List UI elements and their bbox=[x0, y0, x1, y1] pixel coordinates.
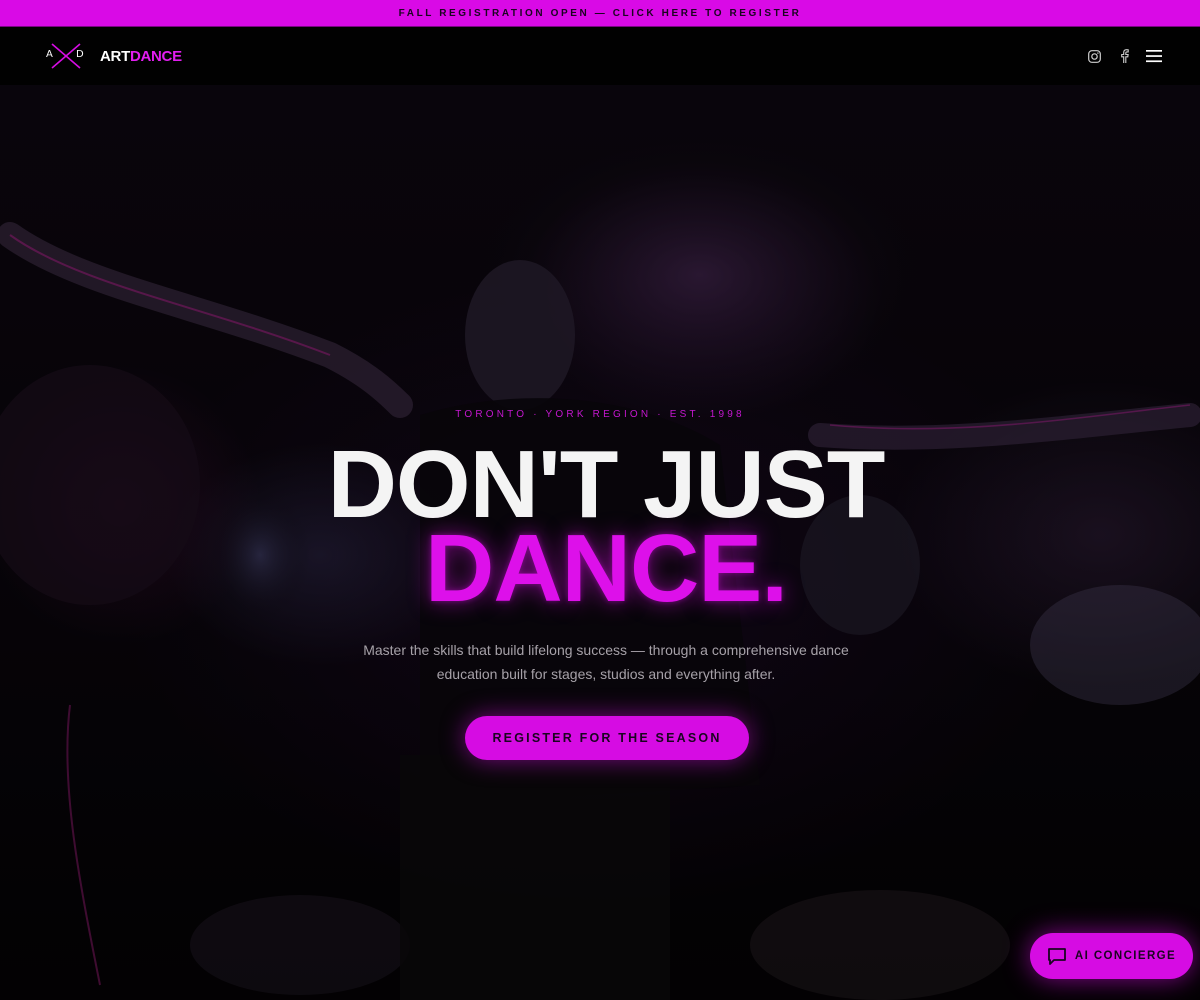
announcement-text[interactable]: FALL REGISTRATION OPEN — CLICK HERE TO R… bbox=[399, 8, 802, 19]
hero-section: TORONTO · YORK REGION · EST. 1998 DON'T … bbox=[0, 85, 1200, 1000]
brand-logo-link[interactable]: A D ARTDANCE bbox=[46, 42, 182, 70]
logo-letter-a: A bbox=[46, 49, 53, 60]
hero-headline-line-2: DANCE. bbox=[424, 515, 788, 622]
ai-concierge-button[interactable]: AI CONCIERGE bbox=[1030, 933, 1193, 979]
hero-eyebrow: TORONTO · YORK REGION · EST. 1998 bbox=[455, 409, 745, 420]
nav-actions bbox=[1086, 48, 1162, 64]
announcement-bar[interactable]: FALL REGISTRATION OPEN — CLICK HERE TO R… bbox=[0, 0, 1200, 27]
facebook-icon[interactable] bbox=[1116, 48, 1132, 64]
brand-name-dance: DANCE bbox=[129, 47, 182, 65]
logo-letter-d: D bbox=[76, 49, 84, 60]
register-button[interactable]: REGISTER FOR THE SEASON bbox=[465, 716, 749, 760]
top-navbar: A D ARTDANCE bbox=[0, 27, 1200, 85]
brand-name-art: ART bbox=[100, 47, 130, 65]
menu-icon[interactable] bbox=[1146, 48, 1162, 64]
logo-mark: A D bbox=[46, 42, 86, 70]
chat-icon bbox=[1048, 947, 1066, 965]
hero-subcopy: Master the skills that build lifelong su… bbox=[363, 642, 849, 682]
ai-concierge-label: AI CONCIERGE bbox=[1074, 950, 1177, 962]
instagram-icon[interactable] bbox=[1086, 48, 1102, 64]
brand-name: ARTDANCE bbox=[100, 48, 182, 65]
